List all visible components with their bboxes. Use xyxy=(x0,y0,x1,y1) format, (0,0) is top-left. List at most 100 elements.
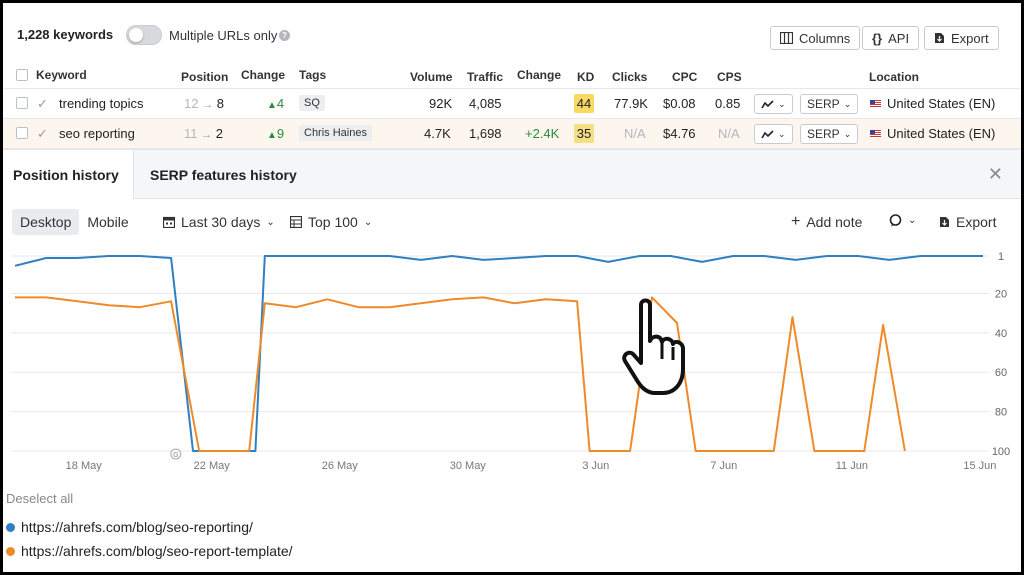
position-to: 2 xyxy=(215,126,223,141)
header-tags[interactable]: Tags xyxy=(299,68,326,82)
comment-dropdown[interactable]: ⌄ xyxy=(889,214,916,227)
y-tick-label: 80 xyxy=(995,407,1007,419)
x-tick-label: 22 May xyxy=(194,460,231,472)
change-value: 9 xyxy=(276,126,285,141)
row-kd: 44 xyxy=(574,94,594,113)
chevron-down-icon: ⌄ xyxy=(843,98,852,109)
location-text: United States (EN) xyxy=(887,96,996,111)
table-row[interactable]: ✓ trending topics 12 → 8 ▲4 SQ 92K 4,085… xyxy=(3,89,1021,119)
x-tick-label: 15 Jun xyxy=(963,460,996,472)
header-change[interactable]: Change xyxy=(241,68,285,82)
export-button[interactable]: Export xyxy=(924,26,999,50)
y-tick-label: 40 xyxy=(995,328,1007,340)
serp-label: SERP xyxy=(807,127,840,141)
chevron-down-icon: ⌄ xyxy=(778,128,786,139)
tab-serp-features-history[interactable]: SERP features history xyxy=(150,167,297,183)
x-tick-label: 30 May xyxy=(450,460,487,472)
add-note-button[interactable]: + Add note xyxy=(791,213,862,231)
row-position: 11 → 2 xyxy=(184,126,223,141)
row-location: United States (EN) xyxy=(870,126,995,141)
chart-export-label: Export xyxy=(956,214,997,230)
date-range-dropdown[interactable]: Last 30 days ⌄ xyxy=(163,214,275,230)
multiple-urls-toggle[interactable] xyxy=(126,25,162,45)
header-clicks[interactable]: Clicks xyxy=(612,70,647,84)
row-clicks: N/A xyxy=(624,126,646,141)
row-cps: 0.85 xyxy=(715,96,741,111)
x-tick-label: 7 Jun xyxy=(710,460,737,472)
trend-icon xyxy=(761,99,774,108)
trend-dropdown[interactable]: ⌄ xyxy=(754,94,793,114)
api-button[interactable]: {} API xyxy=(862,26,920,50)
check-icon: ✓ xyxy=(37,96,48,111)
row-checkbox[interactable] xyxy=(16,97,28,109)
top-filter-dropdown[interactable]: Top 100 ⌄ xyxy=(290,214,372,230)
row-cpc: $0.08 xyxy=(663,96,696,111)
tab-position-history[interactable]: Position history xyxy=(3,150,134,200)
multiple-urls-label: Multiple URLs only xyxy=(169,28,278,43)
header-kd[interactable]: KD xyxy=(577,70,594,84)
row-keyword[interactable]: seo reporting xyxy=(59,126,135,141)
y-tick-label: 60 xyxy=(995,367,1007,379)
chevron-down-icon: ⌄ xyxy=(778,98,786,109)
legend-item-1[interactable]: https://ahrefs.com/blog/seo-reporting/ xyxy=(6,519,253,535)
x-tick-label: 18 May xyxy=(66,460,103,472)
toolbar: 1,228 keywords Multiple URLs only ? Colu… xyxy=(3,3,1021,63)
header-keyword[interactable]: Keyword xyxy=(36,68,87,82)
row-kd: 35 xyxy=(574,124,594,143)
serp-label: SERP xyxy=(807,97,840,111)
table-header: Keyword Position Change Tags Volume Traf… xyxy=(3,61,1021,89)
row-keyword[interactable]: trending topics xyxy=(59,96,144,111)
chart-export-button[interactable]: Export xyxy=(939,214,996,230)
arrow-right-icon: → xyxy=(202,99,214,111)
deselect-all-link[interactable]: Deselect all xyxy=(6,491,73,506)
header-cpc[interactable]: CPC xyxy=(672,70,697,84)
close-icon[interactable]: ✕ xyxy=(988,164,1003,185)
row-tag[interactable]: Chris Haines xyxy=(299,125,372,141)
row-clicks: 77.9K xyxy=(614,96,648,111)
legend-dot xyxy=(6,522,15,532)
row-change: ▲9 xyxy=(267,126,284,141)
columns-button[interactable]: Columns xyxy=(770,26,861,50)
export-icon xyxy=(940,217,949,227)
us-flag-icon xyxy=(870,130,881,138)
row-cps: N/A xyxy=(718,126,740,141)
row-tag[interactable]: SQ xyxy=(299,95,325,111)
row-cpc: $4.76 xyxy=(663,126,696,141)
legend-item-2[interactable]: https://ahrefs.com/blog/seo-report-templ… xyxy=(6,543,293,559)
header-position[interactable]: Position xyxy=(181,70,228,84)
serp-dropdown[interactable]: SERP ⌄ xyxy=(800,94,859,114)
legend-url: https://ahrefs.com/blog/seo-reporting/ xyxy=(21,519,253,535)
header-location[interactable]: Location xyxy=(869,70,919,84)
trend-icon xyxy=(761,129,774,138)
select-all-checkbox[interactable] xyxy=(16,69,28,81)
header-cps[interactable]: CPS xyxy=(717,70,742,84)
tab-desktop[interactable]: Desktop xyxy=(12,209,80,235)
tab-mobile[interactable]: Mobile xyxy=(79,209,136,235)
change-value: 4 xyxy=(276,96,285,111)
row-traffic-change: +2.4K xyxy=(525,126,560,141)
google-update-label: G xyxy=(173,452,178,459)
x-tick-label: 11 Jun xyxy=(836,460,868,472)
row-traffic: 1,698 xyxy=(469,126,502,141)
header-traffic-change[interactable]: Change xyxy=(517,68,561,82)
series-line-2 xyxy=(15,296,906,452)
row-volume: 4.7K xyxy=(424,126,451,141)
position-from: 12 xyxy=(184,96,199,111)
keywords-count: 1,228 keywords xyxy=(17,27,114,42)
row-volume: 92K xyxy=(429,96,453,111)
plus-icon: + xyxy=(791,213,801,230)
help-icon[interactable]: ? xyxy=(279,30,290,41)
columns-icon xyxy=(780,32,793,44)
x-tick-label: 3 Jun xyxy=(582,460,609,472)
row-checkbox[interactable] xyxy=(16,127,28,139)
calendar-icon xyxy=(163,216,175,228)
row-change: ▲4 xyxy=(267,96,284,111)
header-volume[interactable]: Volume xyxy=(410,70,452,84)
header-traffic[interactable]: Traffic xyxy=(467,70,503,84)
history-tabs: Position history SERP features history ✕ xyxy=(3,149,1021,200)
trend-dropdown[interactable]: ⌄ xyxy=(754,124,793,144)
serp-dropdown[interactable]: SERP ⌄ xyxy=(800,124,859,144)
legend-url: https://ahrefs.com/blog/seo-report-templ… xyxy=(21,543,293,559)
position-history-chart[interactable]: 1 20 40 60 80 100 18 May 22 May 26 May 30 May 3 Ju… xyxy=(3,243,1021,475)
table-row[interactable]: ✓ seo reporting 11 → 2 ▲9 Chris Haines 4… xyxy=(3,119,1021,149)
